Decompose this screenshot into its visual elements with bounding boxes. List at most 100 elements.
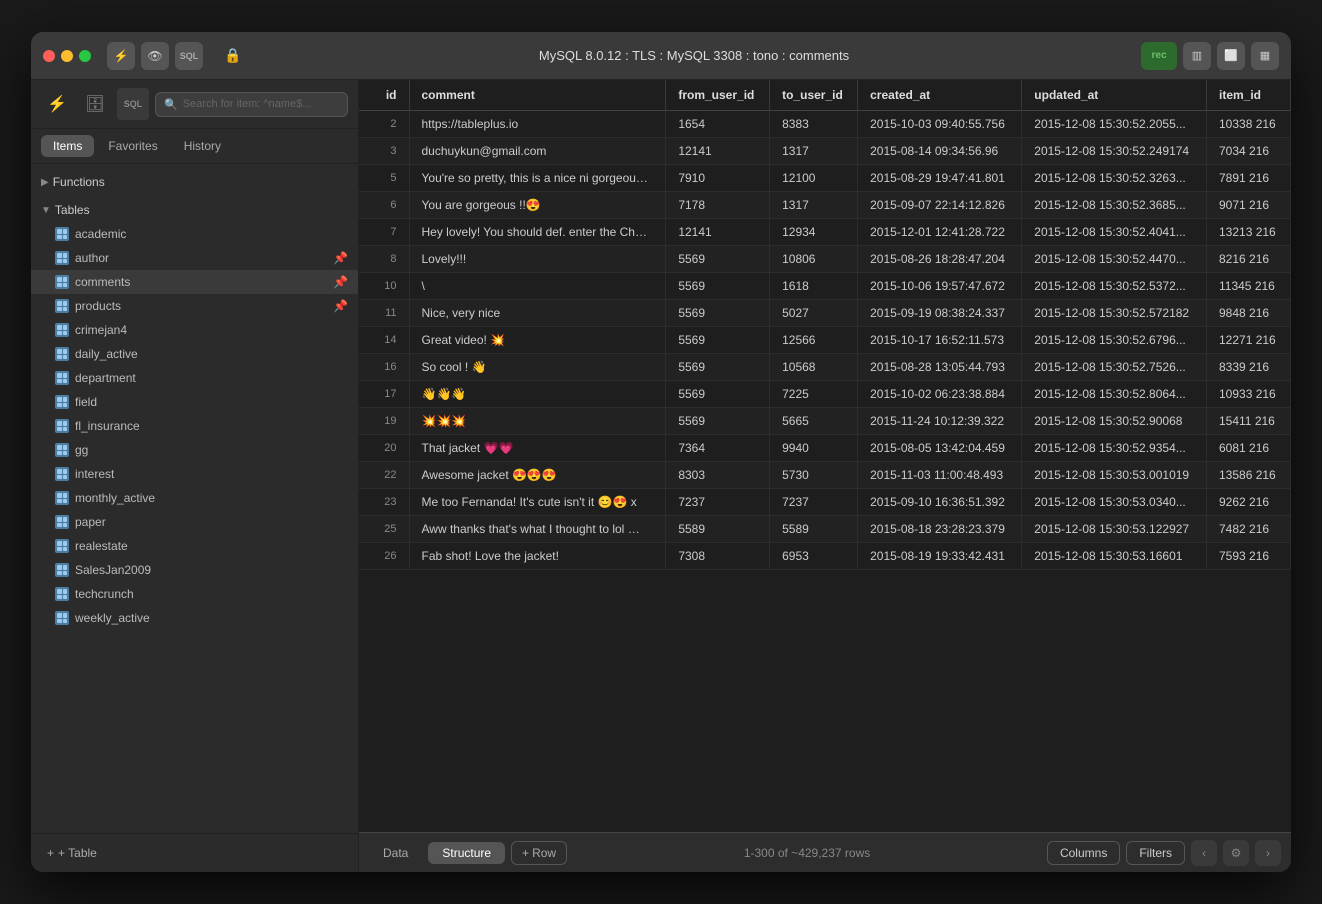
cell-comment[interactable]: Nice, very nice — [409, 300, 666, 327]
col-header-created-at[interactable]: created_at — [858, 80, 1022, 111]
cell-item-id[interactable]: 7593 216 — [1207, 543, 1291, 570]
cell-updated-at[interactable]: 2015-12-08 15:30:52.3263... — [1022, 165, 1207, 192]
cell-to-user_id[interactable]: 5027 — [770, 300, 858, 327]
cell-to-user_id[interactable]: 12934 — [770, 219, 858, 246]
cell-item-id[interactable]: 15411 216 — [1207, 408, 1291, 435]
table-row[interactable]: 23Me too Fernanda! It's cute isn't it 😊😍… — [359, 489, 1291, 516]
col-header-item-id[interactable]: item_id — [1207, 80, 1291, 111]
cell-created-at[interactable]: 2015-10-06 19:57:47.672 — [858, 273, 1022, 300]
cell-item-id[interactable]: 13213 216 — [1207, 219, 1291, 246]
cell-updated-at[interactable]: 2015-12-08 15:30:52.249174 — [1022, 138, 1207, 165]
layout-icon2[interactable]: ▦ — [1251, 42, 1279, 70]
cell-created-at[interactable]: 2015-12-01 12:41:28.722 — [858, 219, 1022, 246]
cell-id[interactable]: 10 — [359, 273, 409, 300]
cell-from-user_id[interactable]: 7178 — [666, 192, 770, 219]
table-row[interactable]: 14Great video! 💥5569125662015-10-17 16:5… — [359, 327, 1291, 354]
add-row-button[interactable]: + Row — [511, 841, 567, 865]
settings-button[interactable]: ⚙ — [1223, 840, 1249, 866]
cell-item-id[interactable]: 10933 216 — [1207, 381, 1291, 408]
tab-items[interactable]: Items — [41, 135, 94, 157]
search-box[interactable]: 🔍 Search for item: ^name$... — [155, 92, 348, 117]
cell-updated-at[interactable]: 2015-12-08 15:30:52.3685... — [1022, 192, 1207, 219]
cell-created-at[interactable]: 2015-11-24 10:12:39.322 — [858, 408, 1022, 435]
cell-to-user_id[interactable]: 7225 — [770, 381, 858, 408]
cell-from-user_id[interactable]: 5589 — [666, 516, 770, 543]
cell-comment[interactable]: duchuykun@gmail.com — [409, 138, 666, 165]
cell-item-id[interactable]: 9262 216 — [1207, 489, 1291, 516]
cell-comment[interactable]: That jacket 💗💗 — [409, 435, 666, 462]
table-row[interactable]: 5You're so pretty, this is a nice ni gor… — [359, 165, 1291, 192]
sidebar-item-weekly-active[interactable]: weekly_active — [31, 606, 358, 630]
table-row[interactable]: 2https://tableplus.io165483832015-10-03 … — [359, 111, 1291, 138]
cell-to-user_id[interactable]: 9940 — [770, 435, 858, 462]
cell-created-at[interactable]: 2015-08-14 09:34:56.96 — [858, 138, 1022, 165]
cell-from-user_id[interactable]: 5569 — [666, 273, 770, 300]
table-row[interactable]: 3duchuykun@gmail.com1214113172015-08-14 … — [359, 138, 1291, 165]
cell-updated-at[interactable]: 2015-12-08 15:30:53.122927 — [1022, 516, 1207, 543]
eye-icon[interactable]: 👁 — [141, 42, 169, 70]
cell-from-user_id[interactable]: 7910 — [666, 165, 770, 192]
cell-updated-at[interactable]: 2015-12-08 15:30:53.001019 — [1022, 462, 1207, 489]
cell-from-user_id[interactable]: 5569 — [666, 408, 770, 435]
sidebar-db-icon[interactable]: 🗄 — [79, 88, 111, 120]
filters-button[interactable]: Filters — [1126, 841, 1185, 865]
table-row[interactable]: 26Fab shot! Love the jacket!730869532015… — [359, 543, 1291, 570]
cell-item-id[interactable]: 11345 216 — [1207, 273, 1291, 300]
cell-created-at[interactable]: 2015-08-26 18:28:47.204 — [858, 246, 1022, 273]
cell-id[interactable]: 23 — [359, 489, 409, 516]
sidebar-item-paper[interactable]: paper — [31, 510, 358, 534]
cell-updated-at[interactable]: 2015-12-08 15:30:53.0340... — [1022, 489, 1207, 516]
cell-id[interactable]: 25 — [359, 516, 409, 543]
cell-id[interactable]: 20 — [359, 435, 409, 462]
cell-updated-at[interactable]: 2015-12-08 15:30:53.16601 — [1022, 543, 1207, 570]
cell-comment[interactable]: https://tableplus.io — [409, 111, 666, 138]
sidebar-item-daily-active[interactable]: daily_active — [31, 342, 358, 366]
cell-updated-at[interactable]: 2015-12-08 15:30:52.7526... — [1022, 354, 1207, 381]
sidebar-item-comments[interactable]: comments 📌 — [31, 270, 358, 294]
cell-id[interactable]: 26 — [359, 543, 409, 570]
cell-updated-at[interactable]: 2015-12-08 15:30:52.4041... — [1022, 219, 1207, 246]
cell-id[interactable]: 22 — [359, 462, 409, 489]
cell-from-user_id[interactable]: 5569 — [666, 300, 770, 327]
cell-to-user_id[interactable]: 1317 — [770, 192, 858, 219]
col-header-id[interactable]: id — [359, 80, 409, 111]
sidebar-item-techcrunch[interactable]: techcrunch — [31, 582, 358, 606]
table-row[interactable]: 7Hey lovely! You should def. enter the C… — [359, 219, 1291, 246]
tables-section-header[interactable]: ▼ Tables — [31, 198, 358, 222]
connection-icon[interactable]: ⚡ — [107, 42, 135, 70]
rec-button[interactable]: rec — [1141, 42, 1177, 70]
sidebar-item-products[interactable]: products 📌 — [31, 294, 358, 318]
tab-favorites[interactable]: Favorites — [96, 135, 169, 157]
table-row[interactable]: 8Lovely!!!5569108062015-08-26 18:28:47.2… — [359, 246, 1291, 273]
cell-item-id[interactable]: 12271 216 — [1207, 327, 1291, 354]
col-header-from-user-id[interactable]: from_user_id — [666, 80, 770, 111]
cell-from-user_id[interactable]: 12141 — [666, 138, 770, 165]
cell-created-at[interactable]: 2015-11-03 11:00:48.493 — [858, 462, 1022, 489]
cell-to-user_id[interactable]: 5589 — [770, 516, 858, 543]
sidebar-item-academic[interactable]: academic — [31, 222, 358, 246]
cell-from-user_id[interactable]: 1654 — [666, 111, 770, 138]
cell-created-at[interactable]: 2015-09-07 22:14:12.826 — [858, 192, 1022, 219]
cell-created-at[interactable]: 2015-08-19 19:33:42.431 — [858, 543, 1022, 570]
sidebar-item-crimejan4[interactable]: crimejan4 — [31, 318, 358, 342]
sql-icon[interactable]: SQL — [175, 42, 203, 70]
cell-item-id[interactable]: 8216 216 — [1207, 246, 1291, 273]
table-row[interactable]: 25Aww thanks that's what I thought to lo… — [359, 516, 1291, 543]
table-row[interactable]: 11Nice, very nice556950272015-09-19 08:3… — [359, 300, 1291, 327]
cell-id[interactable]: 8 — [359, 246, 409, 273]
sidebar-item-author[interactable]: author 📌 — [31, 246, 358, 270]
tab-history[interactable]: History — [172, 135, 233, 157]
cell-comment[interactable]: You are gorgeous !!😍 — [409, 192, 666, 219]
cell-from-user_id[interactable]: 7364 — [666, 435, 770, 462]
cell-item-id[interactable]: 13586 216 — [1207, 462, 1291, 489]
cell-to-user_id[interactable]: 5730 — [770, 462, 858, 489]
cell-to-user_id[interactable]: 10806 — [770, 246, 858, 273]
cell-id[interactable]: 5 — [359, 165, 409, 192]
sidebar-item-realestate[interactable]: realestate — [31, 534, 358, 558]
cell-to-user_id[interactable]: 7237 — [770, 489, 858, 516]
cell-from-user_id[interactable]: 5569 — [666, 327, 770, 354]
cell-item-id[interactable]: 7482 216 — [1207, 516, 1291, 543]
cell-comment[interactable]: Me too Fernanda! It's cute isn't it 😊😍 x — [409, 489, 666, 516]
cell-updated-at[interactable]: 2015-12-08 15:30:52.9354... — [1022, 435, 1207, 462]
sidebar-item-salesjan2009[interactable]: SalesJan2009 — [31, 558, 358, 582]
